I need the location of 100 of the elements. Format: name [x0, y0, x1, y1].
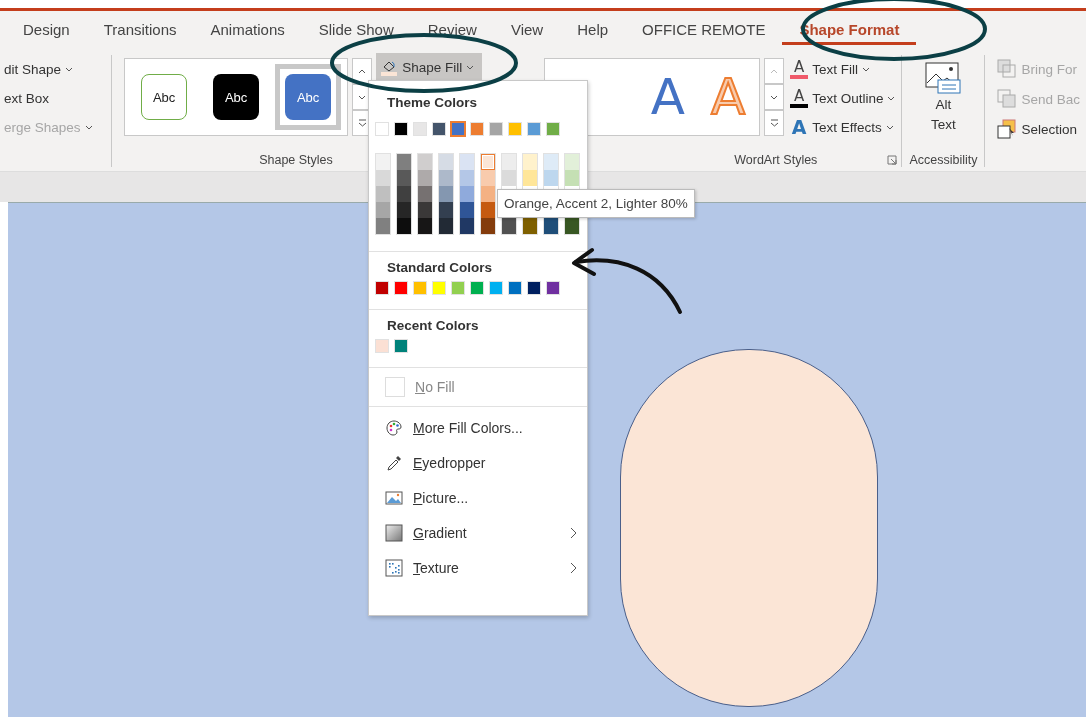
- empty-swatch-icon: [385, 377, 405, 397]
- dialog-launcher-icon[interactable]: [887, 155, 898, 165]
- bring-forward-icon: [997, 59, 1018, 79]
- color-swatch[interactable]: [418, 170, 432, 186]
- color-swatch[interactable]: [397, 186, 411, 202]
- color-swatch[interactable]: [451, 122, 465, 136]
- color-swatch[interactable]: [460, 154, 474, 170]
- shape-fill-button[interactable]: Shape Fill: [376, 53, 483, 81]
- color-swatch[interactable]: [439, 202, 453, 218]
- color-swatch[interactable]: [481, 202, 495, 218]
- caret-down-icon: [358, 94, 367, 100]
- menu-section-title: Standard Colors: [386, 259, 492, 277]
- shape-style-thumbnail[interactable]: Abc: [203, 64, 270, 130]
- color-swatch[interactable]: [544, 218, 558, 234]
- ribbon-tab[interactable]: Design: [6, 15, 87, 45]
- color-swatch[interactable]: [460, 186, 474, 202]
- caret-icon: [65, 66, 74, 72]
- group-label: WordArt Styles: [733, 153, 819, 167]
- ribbon-command[interactable]: Selection: [995, 115, 1082, 143]
- color-swatch[interactable]: [460, 170, 474, 186]
- color-swatch[interactable]: [502, 218, 516, 234]
- group-label: Shape Styles: [259, 153, 333, 167]
- color-swatch[interactable]: [376, 218, 390, 234]
- ribbon-command[interactable]: A Text Outline: [788, 84, 898, 112]
- caret-icon: [861, 66, 870, 72]
- color-swatch[interactable]: [565, 154, 579, 170]
- color-swatch[interactable]: [565, 218, 579, 234]
- color-swatch[interactable]: [418, 202, 432, 218]
- selection-pane-icon: [997, 119, 1018, 139]
- ribbon-command[interactable]: ext Box: [2, 84, 108, 112]
- color-swatch[interactable]: [460, 202, 474, 218]
- color-swatch[interactable]: [523, 154, 537, 170]
- expand-gallery-icon: [357, 119, 367, 127]
- menu-section-title: Recent Colors: [386, 317, 479, 335]
- texture-icon: [385, 558, 403, 577]
- menu-item[interactable]: Eyedropper: [369, 445, 587, 480]
- color-swatch[interactable]: [502, 170, 516, 186]
- wordart-style[interactable]: A: [650, 72, 685, 122]
- menu-item[interactable]: Texture: [369, 550, 587, 585]
- gradient-icon: [385, 523, 403, 542]
- color-swatch[interactable]: [523, 218, 537, 234]
- color-swatch[interactable]: [565, 170, 579, 186]
- color-swatch[interactable]: [544, 154, 558, 170]
- color-swatch[interactable]: [460, 218, 474, 234]
- palette-icon: [385, 418, 403, 437]
- ribbon-command[interactable]: A Text Effects: [788, 113, 898, 141]
- caret-icon: [466, 64, 475, 70]
- alt-text-button[interactable]: Alt Text: [906, 55, 981, 153]
- color-swatch[interactable]: [397, 170, 411, 186]
- menu-item[interactable]: Gradient: [369, 515, 587, 550]
- send-backward-icon: [997, 89, 1018, 109]
- color-swatch[interactable]: [418, 218, 432, 234]
- color-swatch[interactable]: [397, 154, 411, 170]
- ribbon-tab[interactable]: View: [493, 15, 561, 45]
- tooltip: Orange, Accent 2, Lighter 80%: [497, 189, 695, 218]
- color-swatch[interactable]: [376, 154, 390, 170]
- ribbon-tab[interactable]: OFFICE REMOTE: [625, 15, 783, 45]
- color-swatch[interactable]: [481, 154, 495, 170]
- color-swatch[interactable]: [376, 202, 390, 218]
- color-swatch[interactable]: [397, 202, 411, 218]
- menu-section-title: Theme Colors: [386, 94, 478, 112]
- color-swatch[interactable]: [439, 170, 453, 186]
- color-swatch[interactable]: [439, 218, 453, 234]
- chevron-right-icon: [570, 561, 577, 574]
- ribbon-tab[interactable]: Animations: [193, 15, 302, 45]
- shape-style-thumbnail[interactable]: Abc: [131, 64, 198, 130]
- color-swatch[interactable]: [439, 186, 453, 202]
- ribbon-tab[interactable]: Transitions: [86, 15, 194, 45]
- color-swatch[interactable]: [481, 218, 495, 234]
- color-swatch[interactable]: [523, 170, 537, 186]
- color-swatch[interactable]: [502, 154, 516, 170]
- color-swatch[interactable]: [481, 186, 495, 202]
- caret-icon: [887, 95, 896, 101]
- ribbon-tab[interactable]: Slide Show: [301, 15, 411, 45]
- shape-style-thumbnail[interactable]: Abc: [275, 64, 342, 130]
- color-swatch[interactable]: [376, 186, 390, 202]
- menu-item[interactable]: More Fill Colors...: [369, 410, 587, 445]
- ribbon-tab[interactable]: Review: [410, 15, 494, 45]
- caret-icon: [885, 124, 894, 130]
- menu-item[interactable]: Picture...: [369, 480, 587, 515]
- picture-icon: [924, 61, 963, 95]
- caret-down-icon: [770, 94, 779, 100]
- ribbon-command[interactable]: A Text Fill: [788, 55, 898, 83]
- color-swatch[interactable]: [481, 170, 495, 186]
- caret-icon: [84, 124, 93, 130]
- caret-up-icon: [770, 68, 779, 74]
- ribbon-tab[interactable]: Help: [560, 15, 626, 45]
- color-swatch[interactable]: [544, 170, 558, 186]
- color-swatch[interactable]: [397, 218, 411, 234]
- eyedropper-icon: [385, 453, 403, 472]
- color-swatch[interactable]: [418, 186, 432, 202]
- color-swatch[interactable]: [418, 154, 432, 170]
- more-styles-button[interactable]: [764, 110, 785, 136]
- caret-up-icon: [358, 68, 367, 74]
- color-swatch[interactable]: [439, 154, 453, 170]
- group-label: Accessibility: [909, 153, 978, 167]
- chevron-right-icon: [570, 526, 577, 539]
- expand-gallery-icon: [769, 119, 779, 127]
- ribbon-command[interactable]: dit Shape: [2, 55, 108, 83]
- color-swatch[interactable]: [376, 170, 390, 186]
